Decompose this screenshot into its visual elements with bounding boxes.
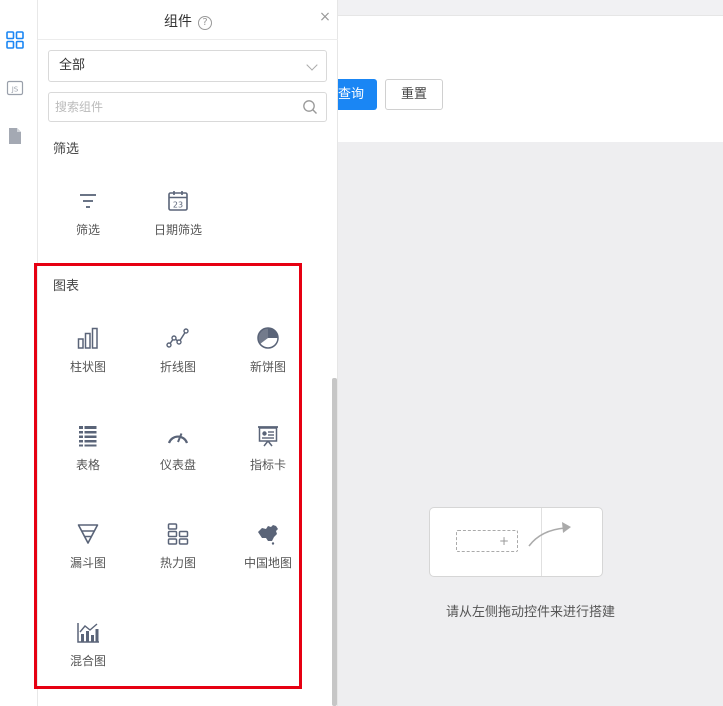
calendar-icon: 23: [168, 191, 188, 211]
line-chart-icon: [166, 328, 189, 348]
panel-scrollbar[interactable]: [332, 378, 337, 706]
svg-text:23: 23: [173, 201, 183, 210]
section-title-filter: 筛选: [53, 142, 80, 157]
js-icon[interactable]: JS: [4, 77, 26, 99]
section-title-chart: 图表: [53, 279, 80, 294]
gauge-icon: [167, 433, 189, 444]
indicator-card-icon: [258, 426, 278, 447]
panel-header: 组件? ×: [38, 0, 338, 40]
mixed-chart-icon: [77, 623, 99, 643]
reset-button[interactable]: 重置: [385, 79, 443, 110]
component-mixed-chart[interactable]: 混合图: [48, 620, 128, 690]
component-line-chart[interactable]: 折线图: [138, 326, 218, 396]
help-icon[interactable]: ?: [198, 16, 212, 30]
file-icon[interactable]: [4, 125, 26, 147]
search-icon[interactable]: [302, 99, 318, 115]
grid-icon[interactable]: [4, 29, 26, 51]
component-filter[interactable]: 筛选: [48, 189, 128, 259]
category-select-value: 全部: [59, 58, 86, 73]
bar-chart-icon: [77, 327, 98, 349]
funnel-icon: [77, 524, 99, 544]
filter-icon: [80, 194, 96, 208]
drop-placeholder: +: [456, 530, 518, 552]
component-funnel[interactable]: 漏斗图: [48, 522, 128, 592]
category-select[interactable]: 全部: [48, 50, 327, 82]
close-icon[interactable]: ×: [318, 10, 332, 24]
component-date-filter[interactable]: 23 日期筛选: [138, 189, 218, 259]
plus-icon: +: [499, 534, 510, 548]
top-strip: [338, 0, 723, 16]
left-rail: JS: [0, 0, 38, 706]
component-gauge[interactable]: 仪表盘: [138, 424, 218, 494]
component-bar-chart[interactable]: 柱状图: [48, 326, 128, 396]
chevron-down-icon: [306, 59, 318, 71]
china-map-icon: [258, 525, 278, 545]
empty-canvas-hint: 请从左侧拖动控件来进行搭建: [445, 605, 615, 620]
search-input[interactable]: [49, 93, 289, 121]
app-root: JS 组件? × 全部 筛选: [0, 0, 723, 706]
query-toolbar: 查询 重置: [338, 16, 723, 142]
table-icon: [79, 426, 97, 447]
drag-hint-card: +: [429, 507, 603, 577]
heatmap-icon: [167, 523, 189, 545]
query-button[interactable]: 查询: [338, 79, 377, 110]
component-pie-chart[interactable]: 新饼图: [228, 326, 308, 396]
pie-chart-icon: [257, 327, 279, 349]
component-panel: 组件? × 全部 筛选 筛选: [38, 0, 338, 706]
component-china-map[interactable]: 中国地图: [228, 522, 308, 592]
component-indicator-card[interactable]: 指标卡: [228, 424, 308, 494]
design-canvas[interactable]: + 请从左侧拖动控件来进行搭建: [338, 142, 723, 706]
component-table[interactable]: 表格: [48, 424, 128, 494]
search-box: [48, 92, 327, 122]
component-heatmap[interactable]: 热力图: [138, 522, 218, 592]
drag-arrow-icon: [528, 522, 571, 547]
panel-title: 组件?: [38, 11, 338, 31]
svg-text:JS: JS: [11, 85, 19, 93]
